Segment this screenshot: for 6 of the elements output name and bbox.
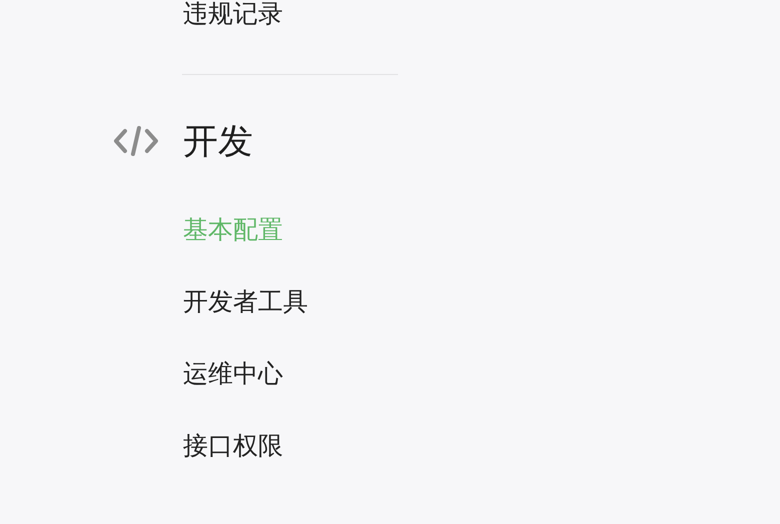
menu-item[interactable]: 开发者工具 [183, 284, 308, 318]
menu-item[interactable]: 运维中心 [183, 356, 283, 390]
code-icon [113, 125, 159, 157]
menu-item[interactable]: 违规记录 [183, 0, 283, 30]
menu-item[interactable]: 接口权限 [183, 428, 283, 462]
section-title: 开发 [183, 120, 253, 164]
